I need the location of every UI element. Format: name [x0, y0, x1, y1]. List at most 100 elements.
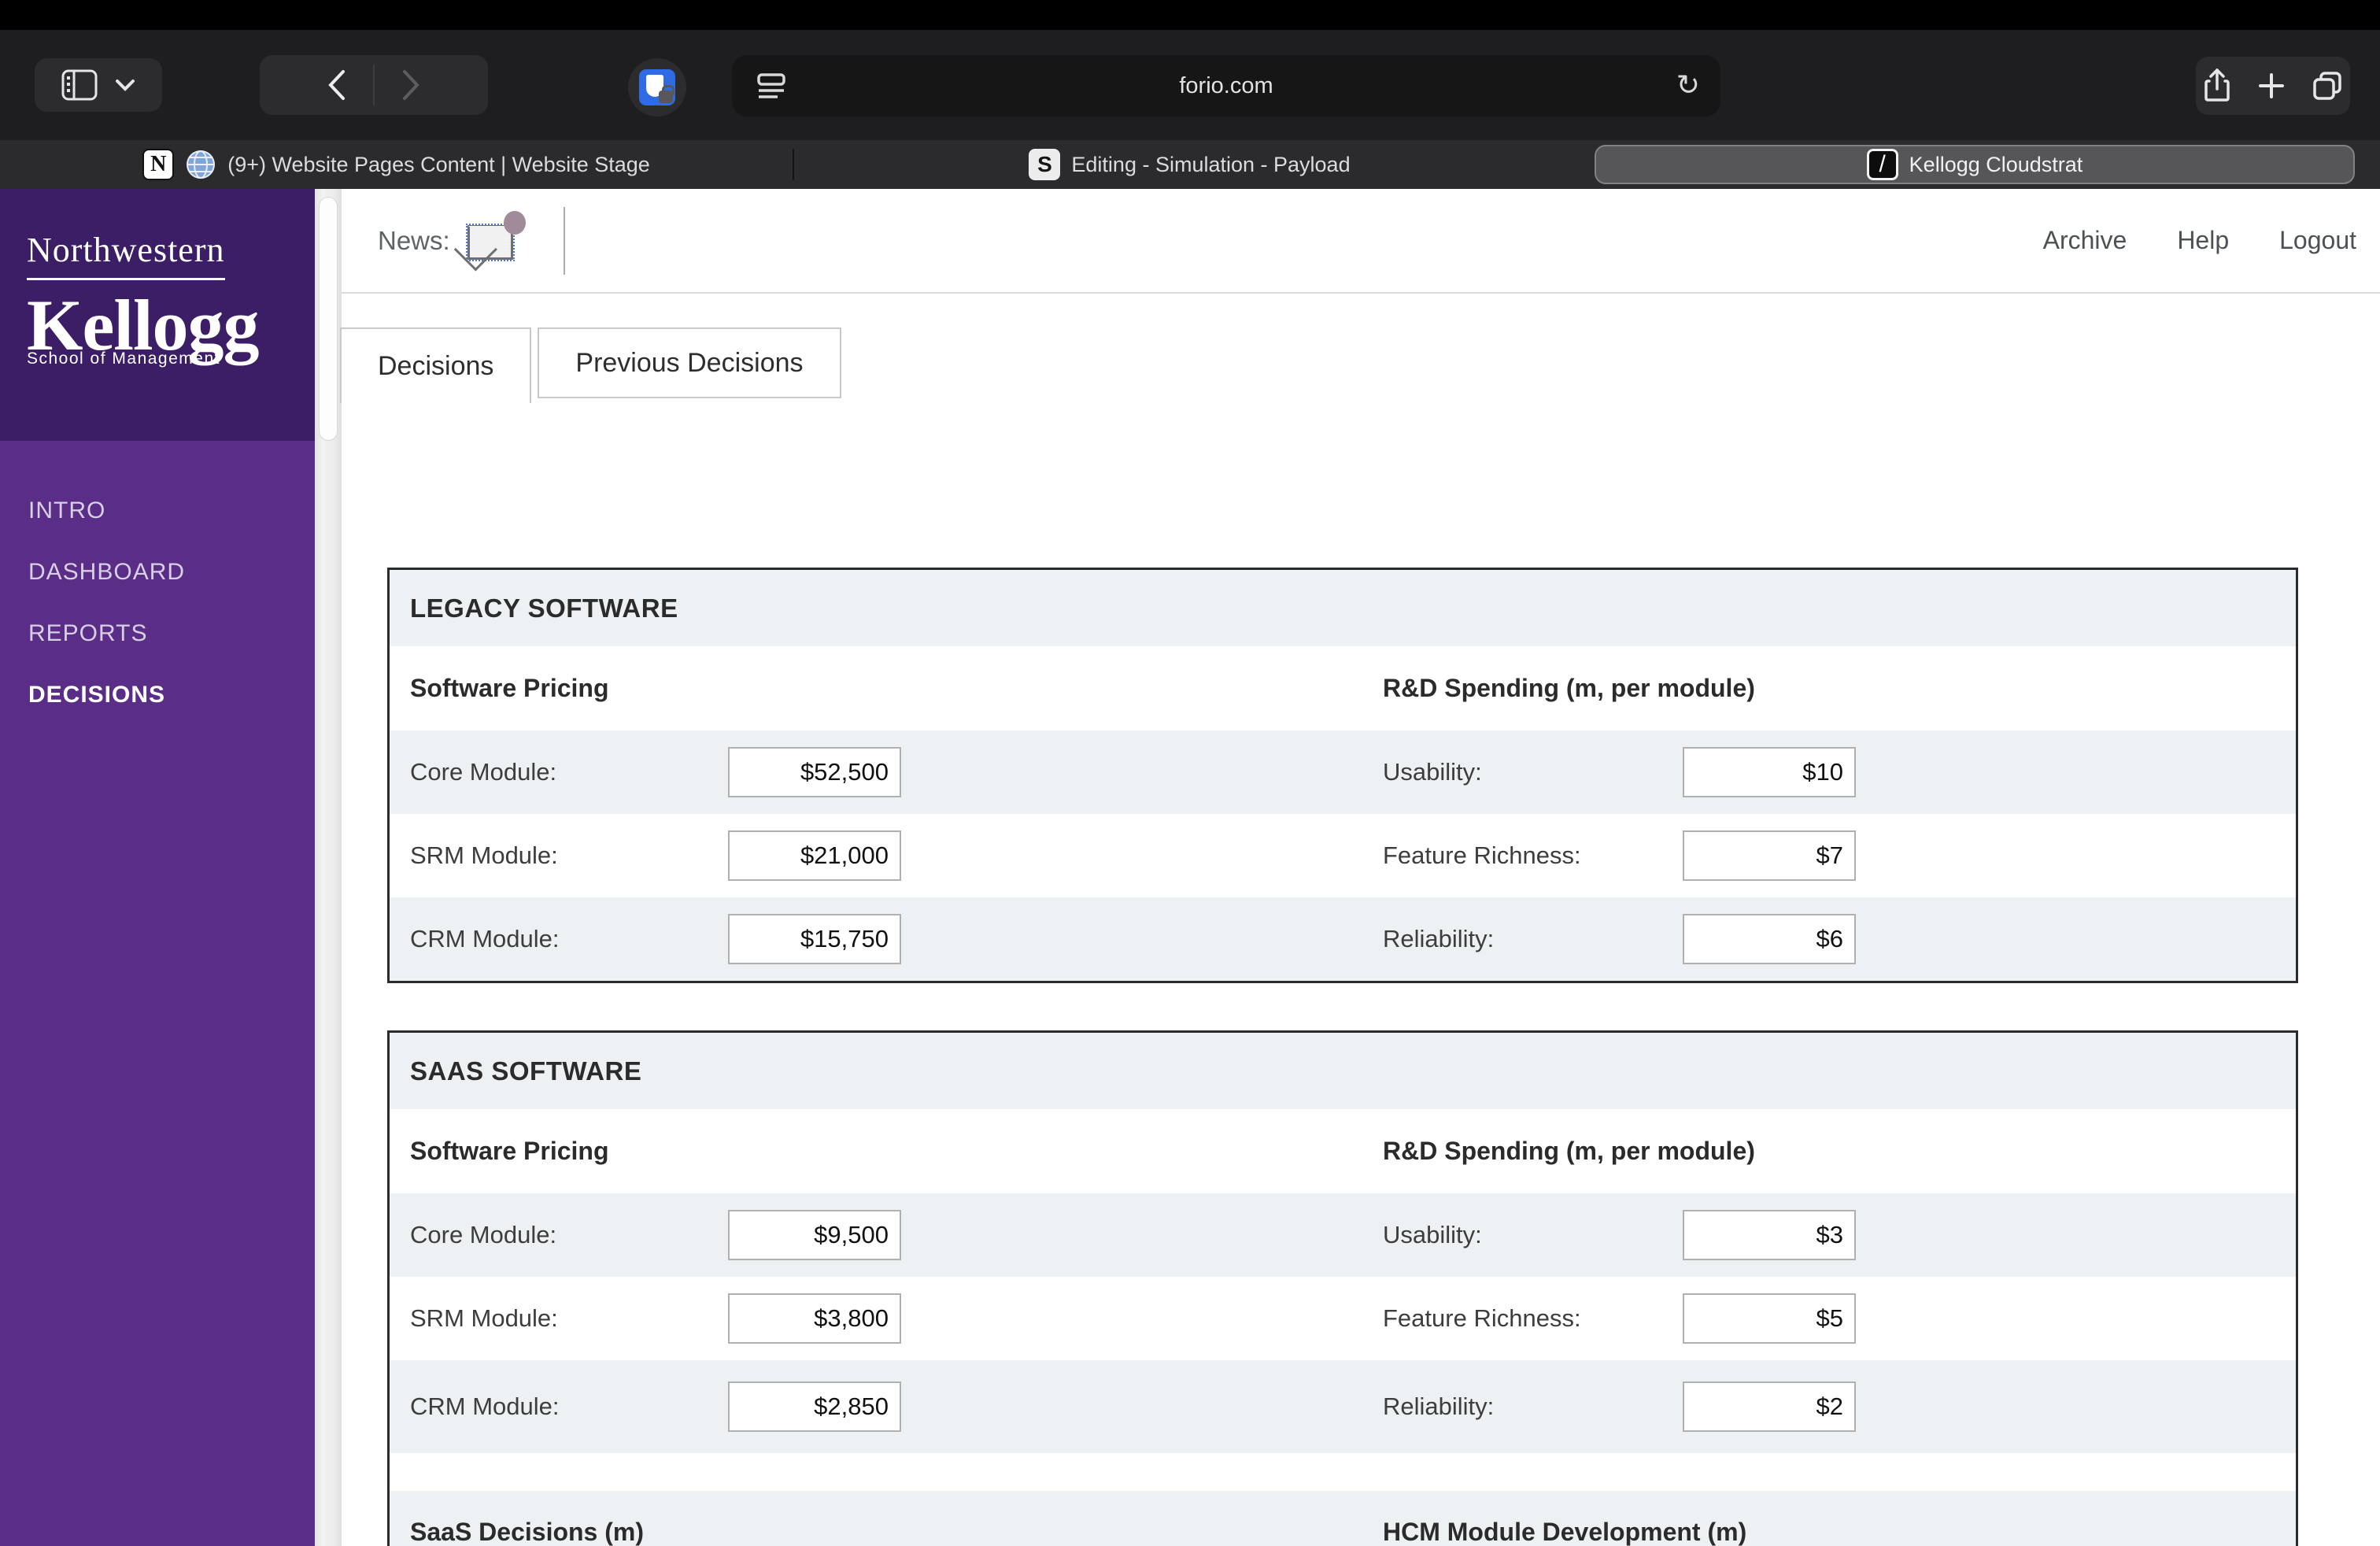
- sidebar-item-dashboard[interactable]: DASHBOARD: [0, 542, 315, 603]
- browser-tab-payload[interactable]: S Editing - Simulation - Payload: [794, 140, 1585, 189]
- forward-button[interactable]: [401, 69, 420, 101]
- tab-previous-decisions[interactable]: Previous Decisions: [538, 327, 841, 398]
- sidebar-item-label: INTRO: [28, 497, 106, 523]
- sidebar-item-intro[interactable]: INTRO: [0, 480, 315, 542]
- reliability-label: Reliability:: [1383, 925, 1495, 952]
- navigation-buttons: [260, 55, 488, 115]
- saas-core-module-input[interactable]: [728, 1210, 901, 1260]
- sidebar: Northwestern Kellogg School of Managemen…: [0, 189, 315, 1546]
- browser-tab-website-stage[interactable]: N (9+) Website Pages Content | Website S…: [0, 140, 793, 189]
- notion-icon: N: [142, 149, 175, 180]
- crm-module-label: CRM Module:: [410, 925, 560, 952]
- legacy-software-panel: LEGACY SOFTWARE Software Pricing R&D Spe…: [387, 568, 2298, 983]
- saas-feature-richness-input[interactable]: [1683, 1293, 1856, 1344]
- panel-header: SAAS SOFTWARE: [390, 1033, 2296, 1109]
- legacy-core-module-input[interactable]: [728, 747, 901, 797]
- panel-title: LEGACY SOFTWARE: [410, 593, 678, 623]
- panel-footer-row: SaaS Decisions (m) HCM Module Developmen…: [390, 1491, 2296, 1546]
- panel-subheader-row: Software Pricing R&D Spending (m, per mo…: [390, 646, 2296, 730]
- scrollbar-thumb[interactable]: [319, 197, 338, 441]
- news-envelope-icon[interactable]: [465, 210, 526, 261]
- decisions-tabs: Decisions Previous Decisions: [340, 327, 2380, 403]
- sidebar-nav: INTRO DASHBOARD REPORTS DECISIONS: [0, 441, 315, 726]
- saas-srm-module-input[interactable]: [728, 1293, 901, 1344]
- back-button[interactable]: [327, 69, 346, 101]
- decision-row: CRM Module: Reliability:: [390, 897, 2296, 981]
- legacy-feature-richness-input[interactable]: [1683, 830, 1856, 881]
- browser-chrome: forio.com ↻ N (9+) Website Pages Content…: [0, 0, 2380, 189]
- news-badge: [503, 210, 526, 235]
- legacy-crm-module-input[interactable]: [728, 914, 901, 964]
- menu-bar-strip: [0, 0, 2380, 30]
- core-module-label: Core Module:: [410, 758, 557, 786]
- feature-richness-label: Feature Richness:: [1383, 1304, 1581, 1332]
- sidebar-toggle-button[interactable]: [35, 58, 162, 112]
- url-text: forio.com: [1179, 72, 1273, 98]
- software-pricing-header: Software Pricing: [410, 1137, 609, 1165]
- app-header: News: Archive Help Logout: [342, 189, 2380, 294]
- main-content: News: Archive Help Logout Decisions Prev…: [340, 189, 2380, 1546]
- new-tab-button[interactable]: [2258, 72, 2285, 99]
- legacy-usability-input[interactable]: [1683, 747, 1856, 797]
- header-links: Archive Help Logout: [2043, 226, 2356, 255]
- extension-shield-lock-icon: [639, 69, 675, 105]
- rd-spending-header: R&D Spending (m, per module): [1383, 674, 1755, 702]
- nav-divider: [373, 65, 375, 105]
- panel-subheader-row: Software Pricing R&D Spending (m, per mo…: [390, 1109, 2296, 1193]
- saas-crm-module-input[interactable]: [728, 1381, 901, 1432]
- core-module-label: Core Module:: [410, 1221, 557, 1248]
- saas-usability-input[interactable]: [1683, 1210, 1856, 1260]
- sidebar-toggle-icon: [61, 69, 98, 101]
- decision-row: SRM Module: Feature Richness:: [390, 814, 2296, 897]
- decision-row: SRM Module: Feature Richness:: [390, 1277, 2296, 1360]
- browser-tab-label: Kellogg Cloudstrat: [1909, 152, 2083, 176]
- rd-spending-header: R&D Spending (m, per module): [1383, 1137, 1755, 1165]
- usability-label: Usability:: [1383, 1221, 1482, 1248]
- share-button[interactable]: [2203, 68, 2231, 103]
- logo-school-of-management: School of Management: [27, 350, 220, 368]
- sidebar-item-label: DASHBOARD: [28, 559, 186, 585]
- globe-icon: [185, 149, 216, 180]
- scrollbar-gutter[interactable]: [315, 189, 342, 1546]
- payload-icon: S: [1029, 149, 1061, 180]
- software-pricing-header: Software Pricing: [410, 674, 609, 702]
- help-link[interactable]: Help: [2177, 226, 2229, 255]
- legacy-reliability-input[interactable]: [1683, 914, 1856, 964]
- reload-button[interactable]: ↻: [1676, 68, 1700, 102]
- feature-richness-label: Feature Richness:: [1383, 841, 1581, 869]
- address-bar[interactable]: forio.com ↻: [732, 55, 1720, 117]
- srm-module-label: SRM Module:: [410, 841, 558, 869]
- browser-tab-kellogg-cloudstrat[interactable]: / Kellogg Cloudstrat: [1595, 145, 2355, 184]
- sidebar-item-reports[interactable]: REPORTS: [0, 603, 315, 664]
- header-divider: [563, 206, 565, 275]
- panel-spacer-row: [390, 1453, 2296, 1491]
- sidebar-item-label: REPORTS: [28, 620, 148, 646]
- crm-module-label: CRM Module:: [410, 1393, 560, 1420]
- srm-module-label: SRM Module:: [410, 1304, 558, 1332]
- reliability-label: Reliability:: [1383, 1393, 1495, 1420]
- browser-tab-label: Editing - Simulation - Payload: [1071, 152, 1351, 176]
- sidebar-item-decisions[interactable]: DECISIONS: [0, 664, 315, 726]
- hcm-module-development-header: HCM Module Development (m): [1383, 1518, 1747, 1546]
- decision-row: Core Module: Usability:: [390, 730, 2296, 814]
- archive-link[interactable]: Archive: [2043, 226, 2127, 255]
- decision-row: Core Module: Usability:: [390, 1193, 2296, 1277]
- extension-button[interactable]: [628, 58, 686, 117]
- browser-tab-strip: N (9+) Website Pages Content | Website S…: [0, 140, 2380, 189]
- tab-overview-button[interactable]: [2312, 70, 2343, 102]
- decision-row: CRM Module: Reliability:: [390, 1360, 2296, 1453]
- kellogg-logo: Northwestern Kellogg School of Managemen…: [0, 189, 315, 441]
- sidebar-item-label: DECISIONS: [28, 682, 166, 708]
- chevron-down-icon: [115, 79, 135, 91]
- saas-software-panel: SAAS SOFTWARE Software Pricing R&D Spend…: [387, 1030, 2298, 1546]
- screen: forio.com ↻ N (9+) Website Pages Content…: [0, 0, 2380, 1546]
- saas-reliability-input[interactable]: [1683, 1381, 1856, 1432]
- browser-tab-label: (9+) Website Pages Content | Website Sta…: [227, 152, 650, 176]
- legacy-srm-module-input[interactable]: [728, 830, 901, 881]
- panel-header: LEGACY SOFTWARE: [390, 570, 2296, 646]
- usability-label: Usability:: [1383, 758, 1482, 786]
- tab-decisions[interactable]: Decisions: [340, 327, 532, 403]
- logout-link[interactable]: Logout: [2279, 226, 2356, 255]
- saas-decisions-header: SaaS Decisions (m): [410, 1518, 644, 1546]
- panel-title: SAAS SOFTWARE: [410, 1056, 642, 1086]
